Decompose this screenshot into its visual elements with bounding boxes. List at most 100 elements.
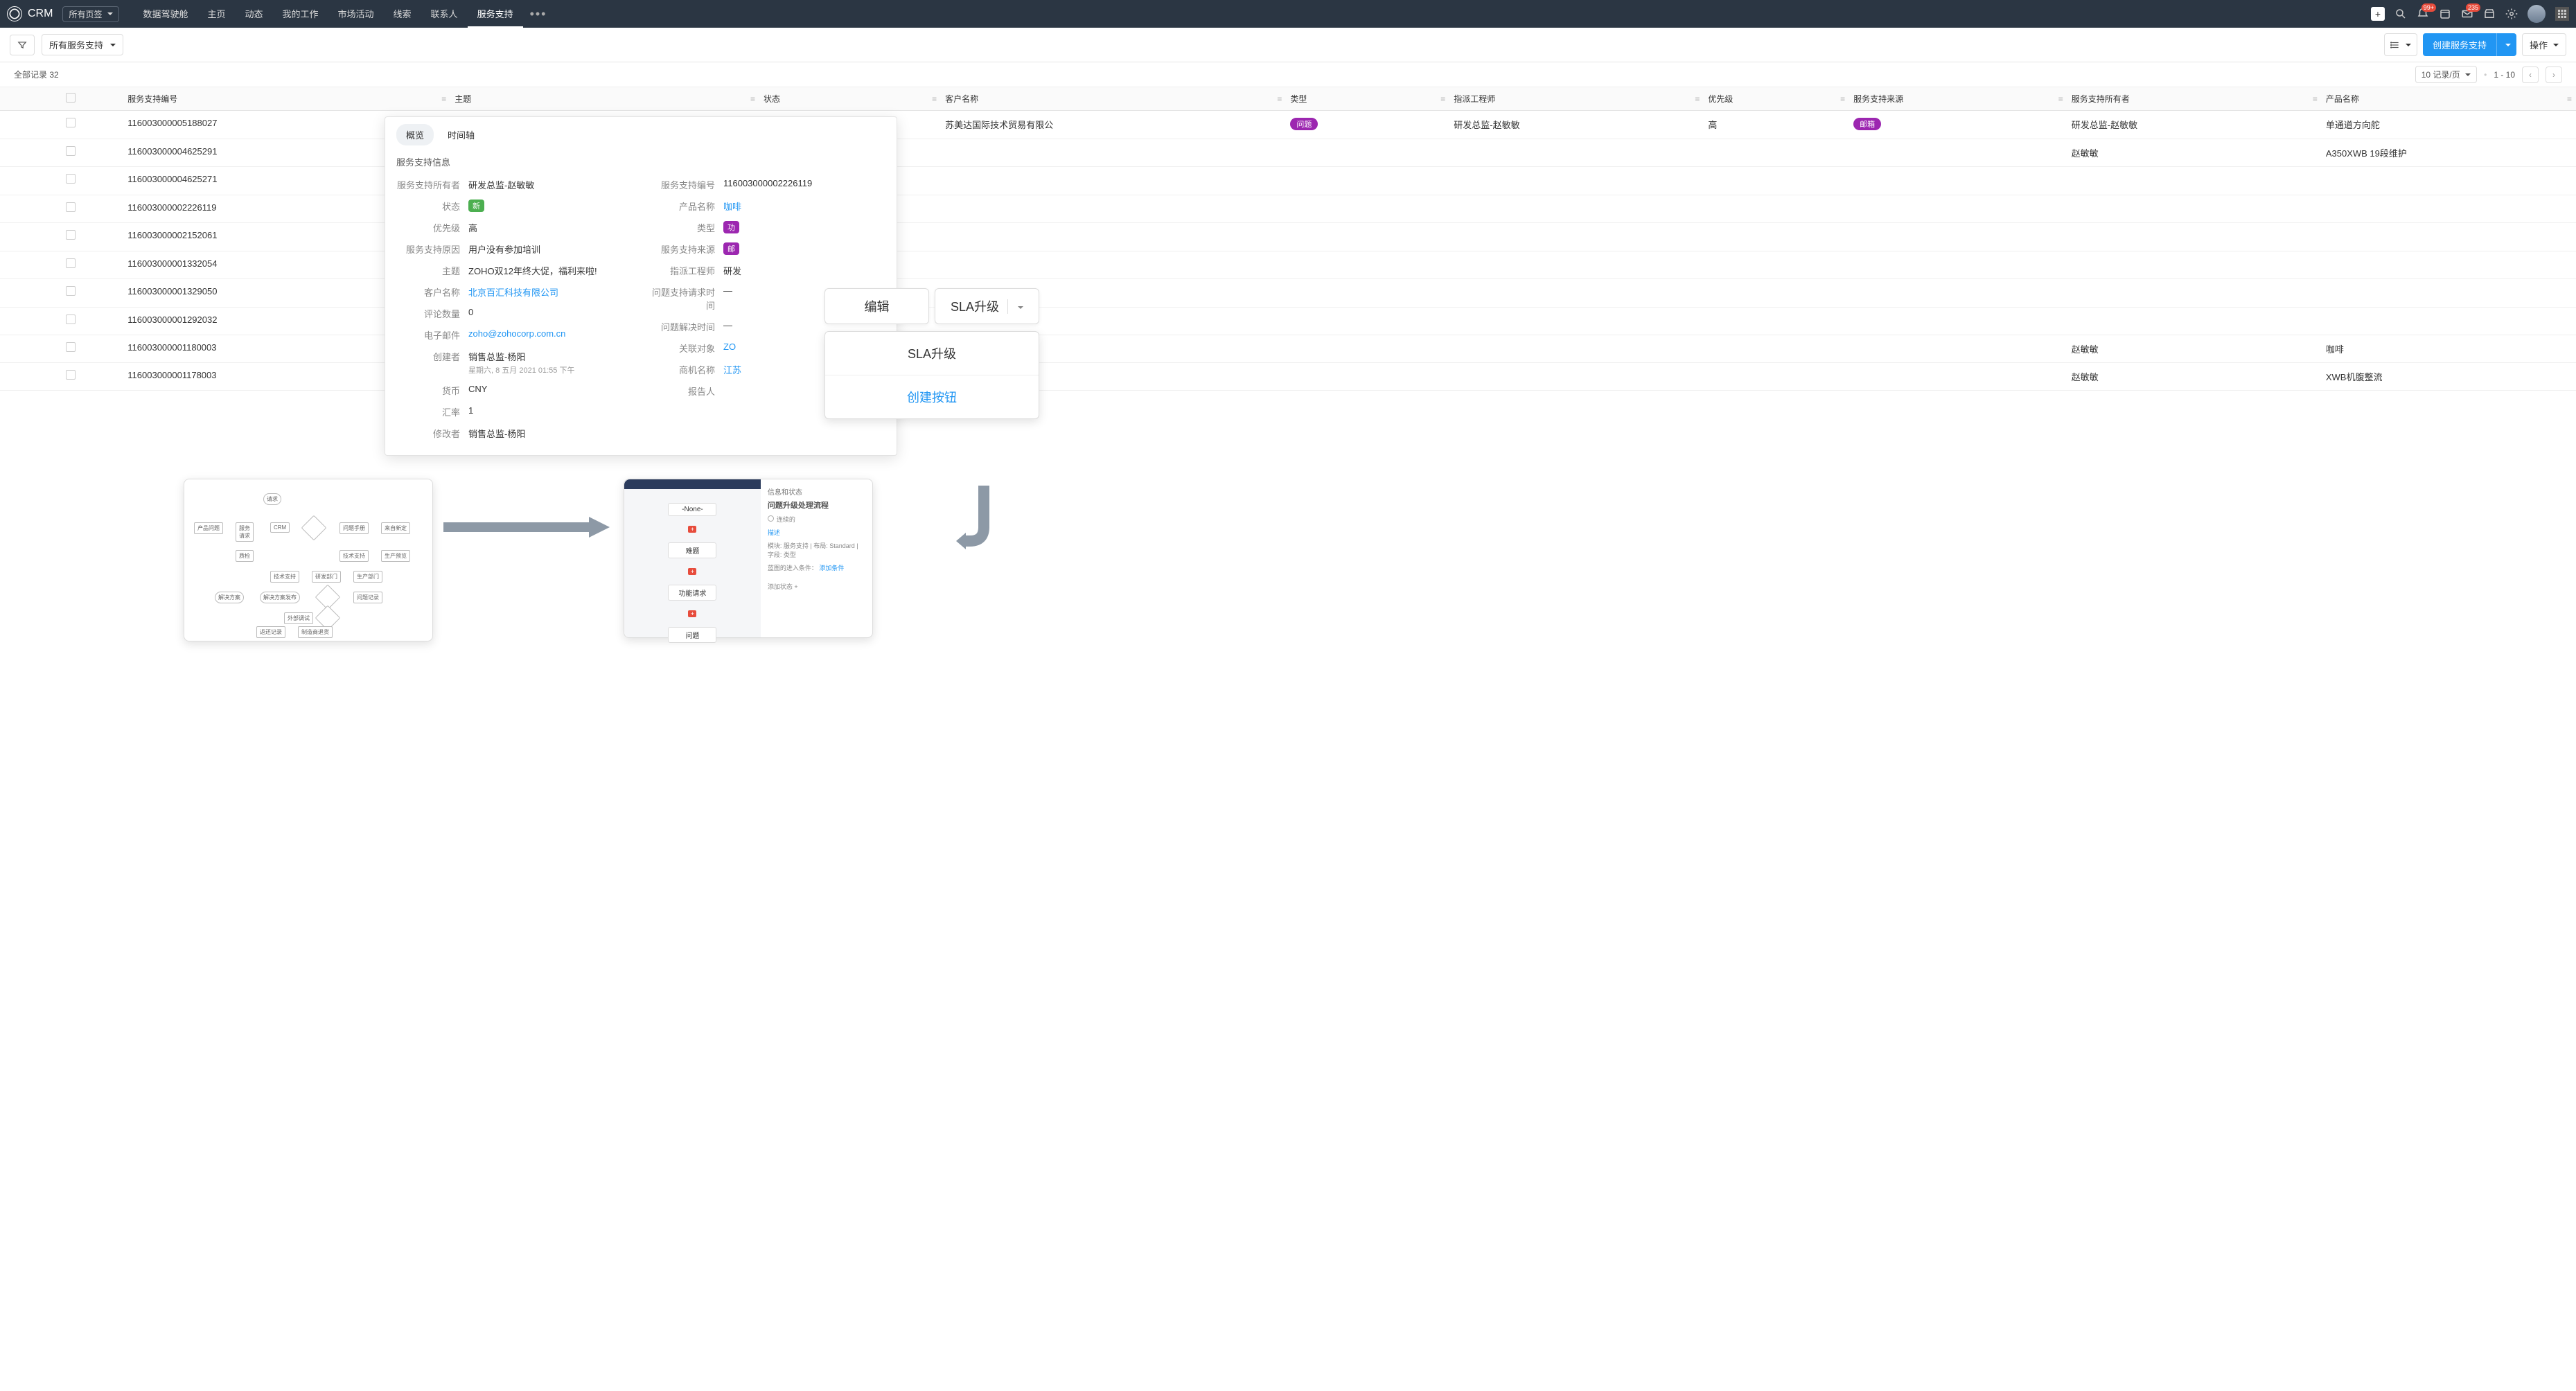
tab-overview[interactable]: 概览 xyxy=(396,124,434,145)
cell-owner: 赵敏敏 xyxy=(2067,363,2322,391)
blueprint-node[interactable]: 问题 xyxy=(668,627,716,643)
layout-list-button[interactable] xyxy=(2384,33,2417,56)
tab-timeline[interactable]: 时间轴 xyxy=(438,124,484,145)
cell-engineer: 研发总监-赵敏敏 xyxy=(1449,111,1704,139)
quick-create-button[interactable]: + xyxy=(2371,7,2385,21)
cell-owner xyxy=(2067,251,2322,279)
edit-button[interactable]: 编辑 xyxy=(824,288,929,324)
next-page-button[interactable]: › xyxy=(2546,67,2562,83)
more-menu-icon[interactable]: ••• xyxy=(523,7,554,21)
cell-source: 邮箱 xyxy=(1849,111,2067,139)
row-checkbox[interactable] xyxy=(66,202,76,212)
create-button[interactable]: 创建服务支持 xyxy=(2423,33,2496,56)
mail-icon[interactable]: 235 xyxy=(2461,8,2473,20)
per-page-selector[interactable]: 10 记录/页 xyxy=(2415,66,2477,83)
cell-source xyxy=(1849,195,2067,223)
row-checkbox[interactable] xyxy=(66,258,76,268)
row-checkbox[interactable] xyxy=(66,286,76,296)
cell-product xyxy=(2322,307,2576,335)
all-tabs-label: 所有页签 xyxy=(69,8,102,20)
list-toolbar: 所有服务支持 创建服务支持 操作 xyxy=(0,28,2576,62)
row-checkbox[interactable] xyxy=(66,146,76,156)
apps-grid-icon[interactable] xyxy=(2555,7,2569,21)
col-header[interactable]: 产品名称≡ xyxy=(2322,87,2576,111)
col-header[interactable]: 服务支持来源≡ xyxy=(1849,87,2067,111)
cell-engineer xyxy=(1449,279,1704,308)
cell-customer xyxy=(941,139,1286,167)
col-checkbox xyxy=(62,87,123,111)
sla-menu-item[interactable]: SLA升级 xyxy=(825,332,1039,375)
cell-product xyxy=(2322,167,2576,195)
calendar-icon[interactable] xyxy=(2439,8,2451,20)
plus-icon[interactable]: + xyxy=(794,583,797,590)
row-checkbox[interactable] xyxy=(66,174,76,184)
chevron-down-icon xyxy=(2462,70,2471,80)
cell-product: 咖啡 xyxy=(2322,335,2576,363)
cell-product: A350XWB 19段维护 xyxy=(2322,139,2576,167)
sla-buttons: 编辑 SLA升级 xyxy=(824,288,1039,324)
blueprint-node[interactable]: 难题 xyxy=(668,542,716,558)
col-header[interactable]: 服务支持所有者≡ xyxy=(2067,87,2322,111)
col-header[interactable]: 主题≡ xyxy=(450,87,759,111)
sla-dropdown-menu: SLA升级 创建按钮 xyxy=(824,331,1039,419)
row-checkbox[interactable] xyxy=(66,314,76,324)
top-navbar: CRM 所有页签 数据驾驶舱主页动态我的工作市场活动线索联系人服务支持 ••• … xyxy=(0,0,2576,28)
col-header[interactable]: 类型≡ xyxy=(1286,87,1449,111)
sla-menu-item[interactable]: 创建按钮 xyxy=(825,375,1039,418)
nav-item-1[interactable]: 主页 xyxy=(197,0,235,28)
add-condition-link[interactable]: 添加条件 xyxy=(819,565,844,572)
search-icon[interactable] xyxy=(2394,8,2407,20)
nav-item-2[interactable]: 动态 xyxy=(235,0,272,28)
row-checkbox[interactable] xyxy=(66,370,76,380)
gear-icon[interactable] xyxy=(2505,8,2518,20)
action-button[interactable]: 操作 xyxy=(2522,33,2566,56)
cell-source xyxy=(1849,223,2067,251)
flowchart-card: 请求 产品问题 服务请求 CRM 问题手册 来自新定 技术支持 生产预览 质检 … xyxy=(184,479,433,641)
chevron-down-icon xyxy=(105,9,113,19)
row-checkbox[interactable] xyxy=(66,230,76,240)
bell-icon[interactable]: 99+ xyxy=(2417,8,2429,20)
blueprint-node[interactable]: 功能请求 xyxy=(668,585,716,601)
records-bar: 全部记录 32 10 记录/页 • 1 - 10 ‹ › xyxy=(0,62,2576,87)
blueprint-tab[interactable]: 信息和状态 xyxy=(768,486,865,497)
cell-engineer xyxy=(1449,251,1704,279)
blueprint-card: -None- + 难题 + 功能请求 + 问题 信息和状态 问题升级处理流程 连… xyxy=(624,479,873,638)
col-header[interactable]: 状态≡ xyxy=(759,87,941,111)
col-header[interactable]: 指派工程师≡ xyxy=(1449,87,1704,111)
nav-item-4[interactable]: 市场活动 xyxy=(328,0,384,28)
cell-owner: 赵敏敏 xyxy=(2067,139,2322,167)
nav-item-3[interactable]: 我的工作 xyxy=(273,0,328,28)
nav-item-7[interactable]: 服务支持 xyxy=(468,0,523,28)
create-caret-button[interactable] xyxy=(2496,33,2516,56)
plus-icon[interactable]: + xyxy=(688,610,696,617)
cell-source xyxy=(1849,363,2067,391)
cell-product: 单通道方向舵 xyxy=(2322,111,2576,139)
col-header[interactable]: 服务支持编号≡ xyxy=(123,87,450,111)
cell-source xyxy=(1849,307,2067,335)
avatar[interactable] xyxy=(2528,5,2546,23)
plus-icon[interactable]: + xyxy=(688,568,696,575)
cell-priority xyxy=(1704,279,1849,308)
row-checkbox[interactable] xyxy=(66,118,76,127)
desc-link[interactable]: 描述 xyxy=(768,529,780,536)
row-checkbox[interactable] xyxy=(66,342,76,352)
select-all-checkbox[interactable] xyxy=(66,93,76,103)
cell-owner xyxy=(2067,195,2322,223)
blueprint-node[interactable]: -None- xyxy=(668,503,716,516)
col-header[interactable]: 优先级≡ xyxy=(1704,87,1849,111)
view-selector[interactable]: 所有服务支持 xyxy=(42,34,123,55)
plus-icon[interactable]: + xyxy=(688,526,696,533)
nav-item-5[interactable]: 线索 xyxy=(384,0,421,28)
popover-body: 服务支持所有者研发总监-赵敏敏 状态新 优先级高 服务支持原因用户没有参加培训 … xyxy=(385,174,897,455)
cell-product xyxy=(2322,223,2576,251)
store-icon[interactable] xyxy=(2483,8,2496,20)
nav-item-6[interactable]: 联系人 xyxy=(421,0,468,28)
prev-page-button[interactable]: ‹ xyxy=(2522,67,2539,83)
sla-upgrade-button[interactable]: SLA升级 xyxy=(935,288,1039,324)
app-name: CRM xyxy=(28,8,53,20)
filter-button[interactable] xyxy=(10,35,35,55)
cell-priority xyxy=(1704,195,1849,223)
col-header[interactable]: 客户名称≡ xyxy=(941,87,1286,111)
all-tabs-button[interactable]: 所有页签 xyxy=(62,6,119,22)
nav-item-0[interactable]: 数据驾驶舱 xyxy=(133,0,197,28)
